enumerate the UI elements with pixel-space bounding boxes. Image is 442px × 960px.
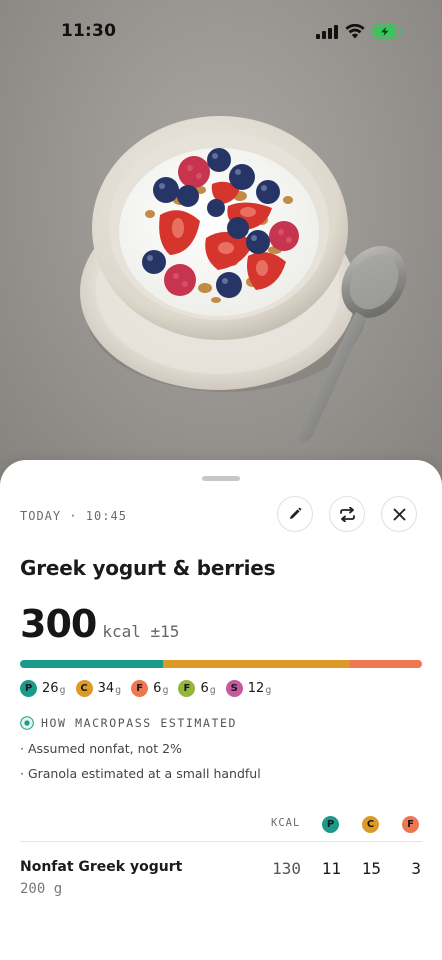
bottom-fade xyxy=(0,890,442,960)
wifi-icon xyxy=(345,24,365,39)
bar-segment-carbs xyxy=(162,660,350,668)
macro-sugar: S 12 g xyxy=(225,680,272,697)
status-bar: 11:30 xyxy=(0,0,442,66)
status-time: 11:30 xyxy=(61,21,117,41)
macro-fiber-badge: F xyxy=(178,680,196,697)
entry-timestamp: TODAY · 10:45 xyxy=(20,509,127,523)
macro-carbs-unit: g xyxy=(115,685,122,696)
column-header-kcal: KCAL xyxy=(271,817,301,829)
how-estimated-label: HOW MACROPASS ESTIMATED xyxy=(41,716,238,730)
how-estimated-toggle[interactable]: HOW MACROPASS ESTIMATED xyxy=(20,716,237,730)
bar-segment-protein xyxy=(20,660,163,668)
yogurt-bowl-illustration xyxy=(80,116,407,442)
macro-sugar-unit: g xyxy=(265,685,272,696)
calorie-value: 300 xyxy=(20,602,97,646)
calorie-summary: 300 kcal ±15 xyxy=(20,602,179,646)
macro-carbs-value: 34 xyxy=(97,681,115,696)
swap-icon xyxy=(339,506,355,522)
edit-button[interactable] xyxy=(277,496,313,532)
meal-detail-sheet: TODAY · 10:45 Greek yogurt & berries 300… xyxy=(0,460,442,960)
meal-title: Greek yogurt & berries xyxy=(20,556,276,580)
macro-fiber-value: 6 xyxy=(200,681,209,696)
column-header-fat: F xyxy=(402,816,419,833)
food-kcal: 130 xyxy=(272,859,301,878)
estimation-note: · Assumed nonfat, not 2% xyxy=(20,741,182,756)
macro-sugar-value: 12 xyxy=(247,681,265,696)
status-icons xyxy=(316,24,402,39)
macro-calorie-bar xyxy=(20,660,422,668)
macro-sugar-badge: S xyxy=(225,680,243,697)
signal-icon xyxy=(316,24,338,39)
macro-carbs: C 34 g xyxy=(75,680,122,697)
food-name: Nonfat Greek yogurt xyxy=(20,859,183,875)
macro-protein-value: 26 xyxy=(42,681,59,696)
macro-fiber: F6g xyxy=(178,680,216,697)
macro-fat: F6g xyxy=(131,680,168,697)
estimate-icon xyxy=(20,716,34,730)
macro-protein: P 26 g xyxy=(20,680,66,697)
food-carbs: 15 xyxy=(361,859,381,878)
bar-segment-fat xyxy=(349,660,422,668)
close-icon xyxy=(393,508,405,520)
battery-charging-icon xyxy=(372,24,402,39)
estimation-note: · Granola estimated at a small handful xyxy=(20,766,261,781)
macro-fat-unit: g xyxy=(162,685,169,696)
table-divider xyxy=(20,841,422,842)
close-button[interactable] xyxy=(381,496,417,532)
food-fat: 3 xyxy=(411,859,421,878)
column-header-carbs: C xyxy=(362,816,379,833)
meal-photo xyxy=(0,0,442,480)
macro-fat-badge: F xyxy=(131,680,149,697)
pencil-icon xyxy=(290,507,302,519)
macro-protein-unit: g xyxy=(59,685,66,696)
swap-button[interactable] xyxy=(329,496,365,532)
macro-carbs-badge: C xyxy=(75,680,93,697)
macro-protein-badge: P xyxy=(20,680,37,697)
calorie-unit: kcal ±15 xyxy=(102,622,180,641)
macro-chips-row: P 26 g C 34 g F 6 g F 6 g S 12 g xyxy=(20,680,281,697)
column-header-protein: P xyxy=(322,816,339,833)
macro-fiber-unit: g xyxy=(209,685,216,696)
food-protein: 11 xyxy=(321,859,341,878)
sheet-grabber[interactable] xyxy=(202,476,240,481)
macro-fat-value: 6 xyxy=(153,681,162,696)
